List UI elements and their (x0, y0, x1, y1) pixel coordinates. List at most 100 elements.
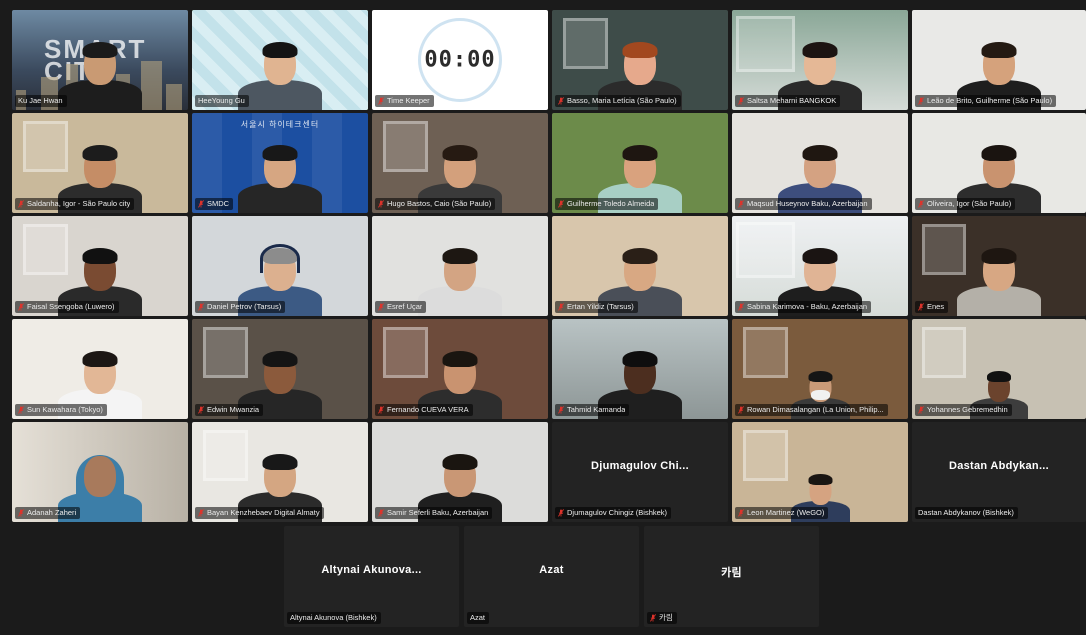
participant-tile[interactable]: 카림 카림 (644, 526, 819, 627)
participant-name: Ertan Yildiz (Tarsus) (567, 302, 634, 311)
mic-muted-icon (198, 303, 204, 311)
participant-tile[interactable]: Rowan Dimasalangan (La Union, Philip... (732, 319, 908, 419)
participant-tile[interactable]: Esref Uçar (372, 216, 548, 316)
participant-display-name: Djumagulov Chi... (591, 460, 689, 472)
participant-figure (58, 28, 142, 110)
participant-tile[interactable]: Sabina Karimova - Baku, Azerbaijan (732, 216, 908, 316)
participant-name: Djumagulov Chingiz (Bishkek) (567, 508, 668, 517)
participant-tile[interactable]: Leão de Brito, Guilherme (São Paulo) (912, 10, 1086, 110)
hair (622, 248, 658, 264)
mic-muted-icon (918, 97, 924, 105)
participant-name: Maqsud Huseynov Baku, Azerbaijan (747, 199, 868, 208)
participant-tile[interactable]: Oliveira, Igor (São Paulo) (912, 113, 1086, 213)
participant-name-label: Esref Uçar (375, 301, 427, 313)
mic-muted-icon (18, 200, 24, 208)
hair (981, 42, 1017, 58)
hair (82, 248, 118, 264)
participant-name: Adanah Zaheri (27, 508, 77, 517)
participant-name-label: Azat (467, 612, 490, 624)
participant-name-label: Leon Martinez (WeGO) (735, 507, 829, 519)
hair (82, 145, 118, 161)
participant-tile[interactable]: Ertan Yildiz (Tarsus) (552, 216, 728, 316)
participant-tile[interactable]: Hugo Bastos, Caio (São Paulo) (372, 113, 548, 213)
mic-muted-icon (378, 200, 384, 208)
hair (82, 42, 118, 58)
participant-tile[interactable]: Guilherme Toledo Almeida (552, 113, 728, 213)
participant-tile[interactable]: Leon Martinez (WeGO) (732, 422, 908, 522)
participant-tile[interactable]: Basso, Maria Letícia (São Paulo) (552, 10, 728, 110)
participant-tile[interactable]: Bayan Kenzhebaev Digital Almaty (192, 422, 368, 522)
participant-tile[interactable]: Azat Azat (464, 526, 639, 627)
participant-name-label: Saltsa Meharni BANGKOK (735, 95, 841, 107)
mic-muted-icon (918, 200, 924, 208)
participant-tile[interactable]: 00:00 Time Keeper (372, 10, 548, 110)
participant-name: Altynai Akunova (Bishkek) (290, 613, 377, 622)
participant-name-label: Sun Kawahara (Tokyo) (15, 404, 107, 416)
participant-name: Basso, Maria Letícia (São Paulo) (567, 96, 677, 105)
participant-name: Saltsa Meharni BANGKOK (747, 96, 837, 105)
participant-name-label: Adanah Zaheri (15, 507, 81, 519)
participant-name: Dastan Abdykanov (Bishkek) (918, 508, 1014, 517)
participant-name: 카림 (659, 613, 673, 622)
mic-muted-icon (378, 406, 384, 414)
participant-tile[interactable]: Yohannes Gebremedhin (912, 319, 1086, 419)
participant-name: Leão de Brito, Guilherme (São Paulo) (927, 96, 1053, 105)
participant-name-label: HeeYoung Gu (195, 95, 249, 107)
participant-name-label: Yohannes Gebremedhin (915, 404, 1012, 416)
participant-tile[interactable]: Faisal Ssengoba (Luwero) (12, 216, 188, 316)
participant-tile[interactable]: Altynai Akunova... Altynai Akunova (Bishk… (284, 526, 459, 627)
participant-tile[interactable]: Maqsud Huseynov Baku, Azerbaijan (732, 113, 908, 213)
hair (802, 248, 838, 264)
mic-muted-icon (558, 97, 564, 105)
participant-name: Daniel Petrov (Tarsus) (207, 302, 282, 311)
participant-tile[interactable]: Fernando CUEVA VERA (372, 319, 548, 419)
hair (442, 351, 478, 367)
mic-muted-icon (558, 303, 564, 311)
participant-tile[interactable]: Tahmid Kamanda (552, 319, 728, 419)
participant-name: SMDC (207, 199, 230, 208)
participant-name-label: Faisal Ssengoba (Luwero) (15, 301, 119, 313)
participant-name: Rowan Dimasalangan (La Union, Philip... (747, 405, 884, 414)
hair (442, 248, 478, 264)
participant-tile[interactable]: Saltsa Meharni BANGKOK (732, 10, 908, 110)
banner-text: 서울시 하이테크센터 (240, 120, 320, 129)
participant-name-label: Oliveira, Igor (São Paulo) (915, 198, 1016, 210)
participant-name: Oliveira, Igor (São Paulo) (927, 199, 1012, 208)
participant-name: Faisal Ssengoba (Luwero) (27, 302, 115, 311)
participant-name-label: Fernando CUEVA VERA (375, 404, 473, 416)
participant-display-name: Azat (539, 564, 564, 577)
participant-tile[interactable]: Daniel Petrov (Tarsus) (192, 216, 368, 316)
participant-tile[interactable]: Djumagulov Chi... Djumagulov Chingiz (Bis… (552, 422, 728, 522)
participant-name-label: Guilherme Toledo Almeida (555, 198, 659, 210)
building-shape (141, 61, 162, 110)
participant-tile[interactable]: Edwin Mwanzia (192, 319, 368, 419)
participant-tile[interactable]: 서울시 하이테크센터 SMDC (192, 113, 368, 213)
participant-name-label: 카림 (647, 612, 677, 624)
participant-tile[interactable]: Saldanha, Igor - São Paulo city (12, 113, 188, 213)
hair (808, 474, 832, 485)
participant-name: Yohannes Gebremedhin (927, 405, 1008, 414)
building-shape (166, 84, 182, 110)
participant-tile[interactable]: Sun Kawahara (Tokyo) (12, 319, 188, 419)
participant-name: Time Keeper (387, 96, 430, 105)
participant-display-name: 카림 (721, 567, 742, 580)
participant-name-label: Saldanha, Igor - São Paulo city (15, 198, 135, 210)
participant-name-label: Altynai Akunova (Bishkek) (287, 612, 381, 624)
mic-muted-icon (738, 97, 744, 105)
participant-name-label: Time Keeper (375, 95, 434, 107)
participant-tile[interactable]: SMARTCITYKu Jae Hwan (12, 10, 188, 110)
mic-muted-icon (18, 509, 24, 517)
participant-name-label: Samir Seferli Baku, Azerbaijan (375, 507, 493, 519)
participant-tile[interactable]: Dastan Abdykan... Dastan Abdykanov (Bishk… (912, 422, 1086, 522)
mic-muted-icon (378, 97, 384, 105)
participant-tile[interactable]: Adanah Zaheri (12, 422, 188, 522)
mic-muted-icon (558, 406, 564, 414)
participant-tile[interactable]: HeeYoung Gu (192, 10, 368, 110)
hair (981, 248, 1017, 264)
mic-muted-icon (18, 303, 24, 311)
participant-tile[interactable]: Enes (912, 216, 1086, 316)
participant-tile[interactable]: Samir Seferli Baku, Azerbaijan (372, 422, 548, 522)
participant-name: Edwin Mwanzia (207, 405, 260, 414)
participant-figure (238, 131, 322, 213)
hair (802, 42, 838, 58)
